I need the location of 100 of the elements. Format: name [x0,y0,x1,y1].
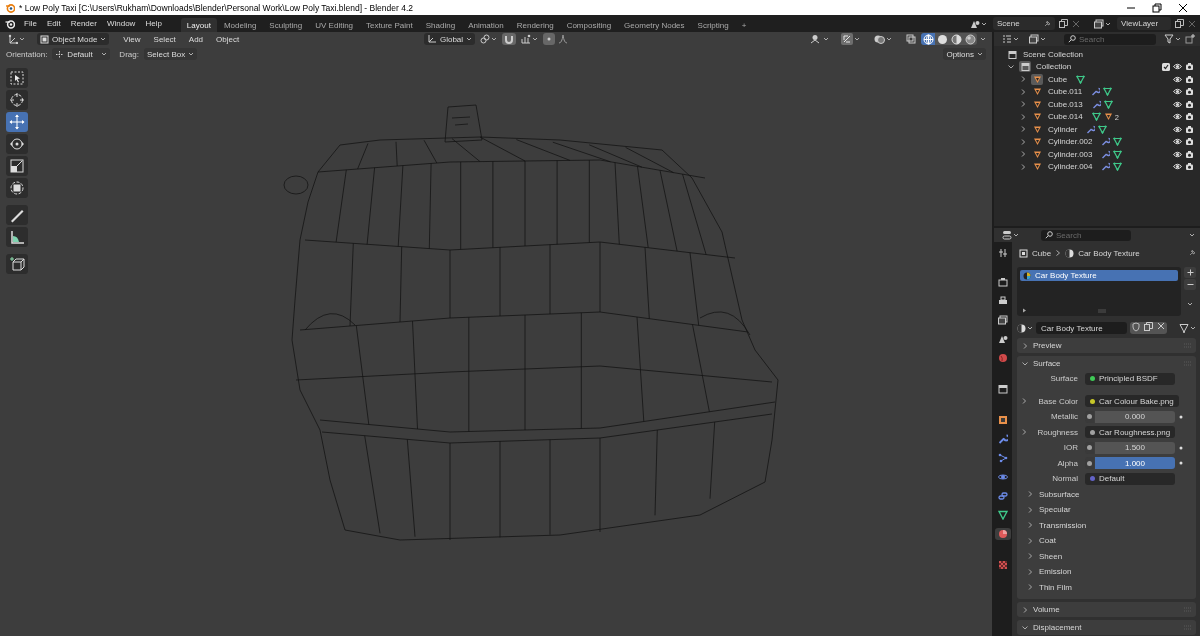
eye-icon[interactable] [1173,74,1182,84]
eye-icon[interactable] [1173,162,1182,172]
gizmo-toggle[interactable] [839,33,862,45]
camera-icon[interactable] [1185,162,1194,172]
menu-item[interactable]: Edit [41,16,66,31]
camera-icon[interactable] [1185,112,1194,122]
node-link-button[interactable] [1179,323,1196,333]
search-field[interactable]: Search [1064,33,1156,45]
expand-triangle-icon[interactable] [1022,308,1027,313]
outliner-item[interactable]: Cube [1048,74,1068,84]
camera-icon[interactable] [1185,99,1194,109]
subpanel-title[interactable]: Transmission [1039,520,1087,530]
material-name-field[interactable]: Car Body Texture [1036,322,1127,334]
subpanel-title[interactable]: Specular [1039,505,1071,515]
duplicate-icon[interactable] [1144,322,1153,331]
search-field[interactable]: Search [1041,229,1131,241]
menu-item[interactable]: Select [148,33,181,45]
workspace-tab[interactable]: Sculpting [263,18,309,32]
tool-button[interactable] [6,254,28,274]
socket-field[interactable]: Car Colour Bake.png [1085,395,1179,408]
eye-icon[interactable] [1173,87,1182,97]
menu-item[interactable]: File [19,16,42,31]
properties-tab[interactable] [995,314,1011,326]
outliner-item[interactable]: Cube.013 [1048,99,1083,109]
outliner-item[interactable]: Cube.011 [1048,87,1083,97]
eye-icon[interactable] [1173,149,1182,159]
panel-title[interactable]: Displacement [1033,623,1082,632]
keyframe-dot-icon[interactable] [1179,461,1183,466]
workspace-tab[interactable]: Scripting [691,18,735,32]
tool-button[interactable] [6,134,28,154]
panel-title[interactable]: Surface [1033,359,1061,368]
orientation-dropdown[interactable]: Default [52,48,111,60]
orientation-dropdown[interactable]: Global [423,33,476,45]
camera-icon[interactable] [1185,124,1194,134]
overlay-button[interactable] [872,33,894,45]
properties-tab[interactable] [995,276,1011,288]
display-mode-button[interactable] [1002,34,1019,44]
view-layer-field[interactable]: ViewLayer [1117,17,1171,30]
filter-mode-button[interactable] [1029,34,1046,44]
camera-icon[interactable] [1185,87,1194,97]
editor-type-button[interactable] [6,33,27,45]
unlink-icon[interactable] [1188,19,1196,28]
properties-tab[interactable] [995,383,1011,395]
duplicate-icon[interactable] [1059,19,1068,28]
tool-button[interactable] [6,227,28,247]
workspace-tab[interactable]: Animation [462,18,510,32]
properties-tab[interactable] [995,490,1011,502]
properties-tab[interactable] [995,471,1011,483]
material-slot[interactable]: Car Body Texture [1020,270,1178,281]
proportional-toggle[interactable] [543,33,556,45]
eye-icon[interactable] [1173,112,1182,122]
properties-tab[interactable] [995,509,1011,521]
workspace-tab[interactable]: Layout [180,18,217,32]
subpanel-title[interactable]: Thin Film [1039,582,1072,592]
subpanel-title[interactable]: Sheen [1039,551,1063,561]
workspace-tab[interactable]: Rendering [510,18,560,32]
duplicate-icon[interactable] [1175,19,1184,28]
view-layer-selector[interactable] [1092,18,1113,29]
xray-toggle[interactable] [904,33,918,45]
workspace-tab[interactable]: Compositing [560,18,618,32]
number-field[interactable]: 0.000 [1095,410,1175,423]
shading-mode-button[interactable] [921,33,935,45]
tool-button[interactable] [6,112,28,132]
mode-dropdown[interactable]: Object Mode [37,33,110,45]
eye-icon[interactable] [1173,137,1182,147]
socket-button[interactable] [1085,441,1094,454]
outliner-item[interactable]: Collection [1036,62,1072,72]
socket-button[interactable] [1085,457,1094,470]
visibility-icon[interactable] [810,34,820,44]
number-field[interactable]: 1.500 [1095,441,1175,454]
workspace-tab[interactable]: UV Editing [309,18,360,32]
remove-slot-button[interactable] [1184,279,1196,290]
new-collection-icon[interactable] [1185,34,1195,44]
menu-item[interactable]: Window [101,16,141,31]
tool-button[interactable] [6,90,28,110]
camera-icon[interactable] [1185,62,1194,72]
outliner-item[interactable]: Cylinder.004 [1048,162,1093,172]
tool-button[interactable] [6,205,28,225]
restore-icon[interactable] [1152,2,1162,13]
tool-button[interactable] [6,68,28,88]
number-field[interactable]: 1.000 [1095,457,1175,470]
shield-icon[interactable] [1132,322,1140,332]
tool-button[interactable] [6,156,28,176]
socket-field[interactable]: Principled BSDF [1085,372,1175,385]
shading-mode-button[interactable] [963,33,977,45]
eye-icon[interactable] [1173,124,1182,134]
socket-field[interactable]: Default [1085,472,1175,485]
outliner-item[interactable]: Cylinder.003 [1048,149,1093,159]
object-icon-slot[interactable] [1031,73,1043,85]
subpanel-title[interactable]: Subsurface [1039,489,1080,499]
scene-field[interactable]: Scene [993,17,1055,30]
camera-icon[interactable] [1185,137,1194,147]
unlink-icon[interactable] [1072,19,1080,28]
subpanel-title[interactable]: Emission [1039,567,1072,577]
add-workspace-button[interactable]: + [735,18,753,32]
close-icon[interactable] [1178,2,1188,13]
workspace-tab[interactable]: Texture Paint [360,18,419,32]
checkbox[interactable] [1162,62,1170,71]
keyframe-dot-icon[interactable] [1179,414,1183,419]
keyframe-dot-icon[interactable] [1179,445,1183,450]
